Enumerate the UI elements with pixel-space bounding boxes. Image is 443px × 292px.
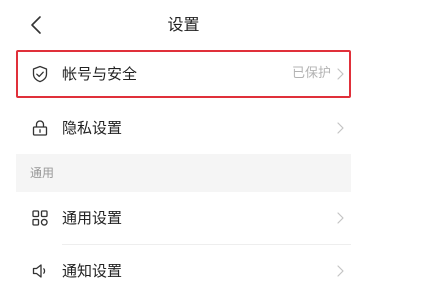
account-security-row[interactable]: 帐号与安全 已保护 xyxy=(16,50,351,98)
settings-panel: 设置 帐号与安全 已保护 隐私设置 通用 通用设置 通知设置 xyxy=(16,0,351,292)
speaker-icon xyxy=(31,262,49,280)
account-security-label: 帐号与安全 xyxy=(62,65,138,83)
general-settings-row[interactable]: 通用设置 xyxy=(16,192,351,244)
chevron-right-icon xyxy=(335,211,345,225)
section-header-label: 通用 xyxy=(30,166,55,180)
general-settings-label: 通用设置 xyxy=(62,209,123,227)
chevron-right-icon xyxy=(335,67,345,81)
shield-check-icon xyxy=(31,65,49,83)
privacy-settings-label: 隐私设置 xyxy=(62,119,123,137)
settings-screen: 设置 帐号与安全 已保护 隐私设置 通用 通用设置 通知设置 xyxy=(0,0,443,292)
nav-bar: 设置 xyxy=(16,0,351,50)
page-title: 设置 xyxy=(167,15,200,34)
notification-settings-label: 通知设置 xyxy=(62,262,123,280)
section-header-general: 通用 xyxy=(16,154,351,192)
lock-icon xyxy=(31,119,49,137)
privacy-settings-row[interactable]: 隐私设置 xyxy=(16,103,351,153)
chevron-right-icon xyxy=(335,264,345,278)
grid-icon xyxy=(31,209,49,227)
notification-settings-row[interactable]: 通知设置 xyxy=(16,246,351,292)
row-divider xyxy=(62,244,351,245)
chevron-right-icon xyxy=(335,121,345,135)
account-security-status: 已保护 xyxy=(291,66,331,81)
